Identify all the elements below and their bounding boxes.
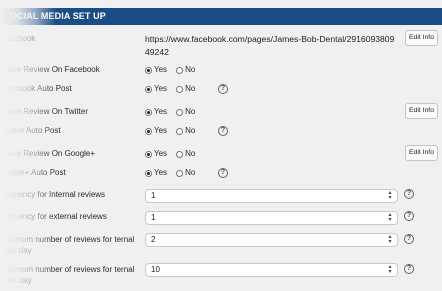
section-header: OCIAL MEDIA SET UP [0,8,442,25]
help-icon[interactable]: ? [218,126,228,136]
twitter-auto-post-label: witter Auto Post [5,126,61,135]
share-facebook-no[interactable]: No [176,65,195,75]
radio-unselected-icon[interactable] [176,66,184,74]
twitter-auto-post-no[interactable]: No [176,126,195,136]
max-external-label: aximum number of reviews for ternal per … [5,265,135,285]
select-arrows-icon: ▴ ▾ [388,190,392,201]
radio-no-label: No [185,149,196,158]
radio-selected-icon[interactable] [145,150,152,158]
share-facebook-yes[interactable]: Yes [145,65,167,75]
twitter-edit-button[interactable]: Edit Info [405,103,438,119]
radio-selected-icon[interactable] [145,127,152,135]
facebook-auto-post-label: acebook Auto Post [5,84,72,93]
twitter-auto-post-yes[interactable]: Yes [145,126,167,136]
facebook-label: acebook [5,34,36,43]
share-facebook-radio-group: Yes No [145,65,204,75]
facebook-url-text: https://www.facebook.com/pages/James-Bob… [145,34,395,57]
radio-unselected-icon[interactable] [176,108,184,116]
share-twitter-yes[interactable]: Yes [145,107,167,117]
radio-unselected-icon[interactable] [176,127,184,135]
facebook-auto-post-radio-group: Yes No [145,84,204,94]
select-arrows-icon: ▴ ▾ [388,264,392,275]
radio-no-label: No [185,168,196,177]
radio-yes-label: Yes [154,84,168,93]
google-auto-post-no[interactable]: No [176,168,195,178]
radio-no-label: No [185,107,196,116]
help-icon[interactable]: ? [218,84,228,94]
radio-selected-icon[interactable] [145,85,152,93]
radio-yes-label: Yes [154,149,168,158]
max-internal-label: aximum number of reviews for ternal per … [5,235,135,255]
share-twitter-radio-group: Yes No [145,107,204,117]
freq-internal-value: 1 [151,191,156,200]
google-auto-post-radio-group: Yes No [145,168,204,178]
radio-no-label: No [185,84,196,93]
google-auto-post-yes[interactable]: Yes [145,168,167,178]
share-google-radio-group: Yes No [145,149,204,159]
help-icon[interactable]: ? [404,264,414,274]
radio-yes-label: Yes [154,65,168,74]
facebook-auto-post-no[interactable]: No [176,84,195,94]
radio-unselected-icon[interactable] [176,150,184,158]
radio-yes-label: Yes [154,168,168,177]
max-external-select[interactable]: 10 ▴ ▾ [145,263,398,277]
max-external-value: 10 [151,265,160,274]
select-arrows-icon: ▴ ▾ [388,212,392,223]
google-auto-post-label: oogle+ Auto Post [5,168,66,177]
radio-yes-label: Yes [154,126,168,135]
radio-no-label: No [185,126,196,135]
help-icon[interactable]: ? [404,211,414,221]
radio-unselected-icon[interactable] [176,85,184,93]
share-twitter-label: hare Review On Twitter [5,107,88,116]
share-twitter-no[interactable]: No [176,107,195,117]
freq-external-label: equency for external reviews [5,212,107,221]
max-internal-value: 2 [151,235,156,244]
radio-no-label: No [185,65,196,74]
share-facebook-label: hare Review On Facebook [5,65,100,74]
google-edit-button[interactable]: Edit Info [405,145,438,161]
freq-external-value: 1 [151,213,156,222]
radio-yes-label: Yes [154,107,168,116]
facebook-auto-post-yes[interactable]: Yes [145,84,167,94]
radio-selected-icon[interactable] [145,169,152,177]
share-google-label: hare Review On Google+ [5,149,96,158]
help-icon[interactable]: ? [404,189,414,199]
freq-internal-select[interactable]: 1 ▴ ▾ [145,189,398,203]
facebook-url: https://www.facebook.com/pages/James-Bob… [145,33,395,59]
facebook-edit-button[interactable]: Edit Info [405,30,438,46]
freq-external-select[interactable]: 1 ▴ ▾ [145,211,398,225]
help-icon[interactable]: ? [404,234,414,244]
help-icon[interactable]: ? [218,168,228,178]
twitter-auto-post-radio-group: Yes No [145,126,204,136]
share-google-no[interactable]: No [176,149,195,159]
max-internal-select[interactable]: 2 ▴ ▾ [145,233,398,247]
radio-selected-icon[interactable] [145,66,152,74]
radio-selected-icon[interactable] [145,108,152,116]
radio-unselected-icon[interactable] [176,169,184,177]
freq-internal-label: equency for Internal reviews [5,190,106,199]
select-arrows-icon: ▴ ▾ [388,234,392,245]
share-google-yes[interactable]: Yes [145,149,167,159]
